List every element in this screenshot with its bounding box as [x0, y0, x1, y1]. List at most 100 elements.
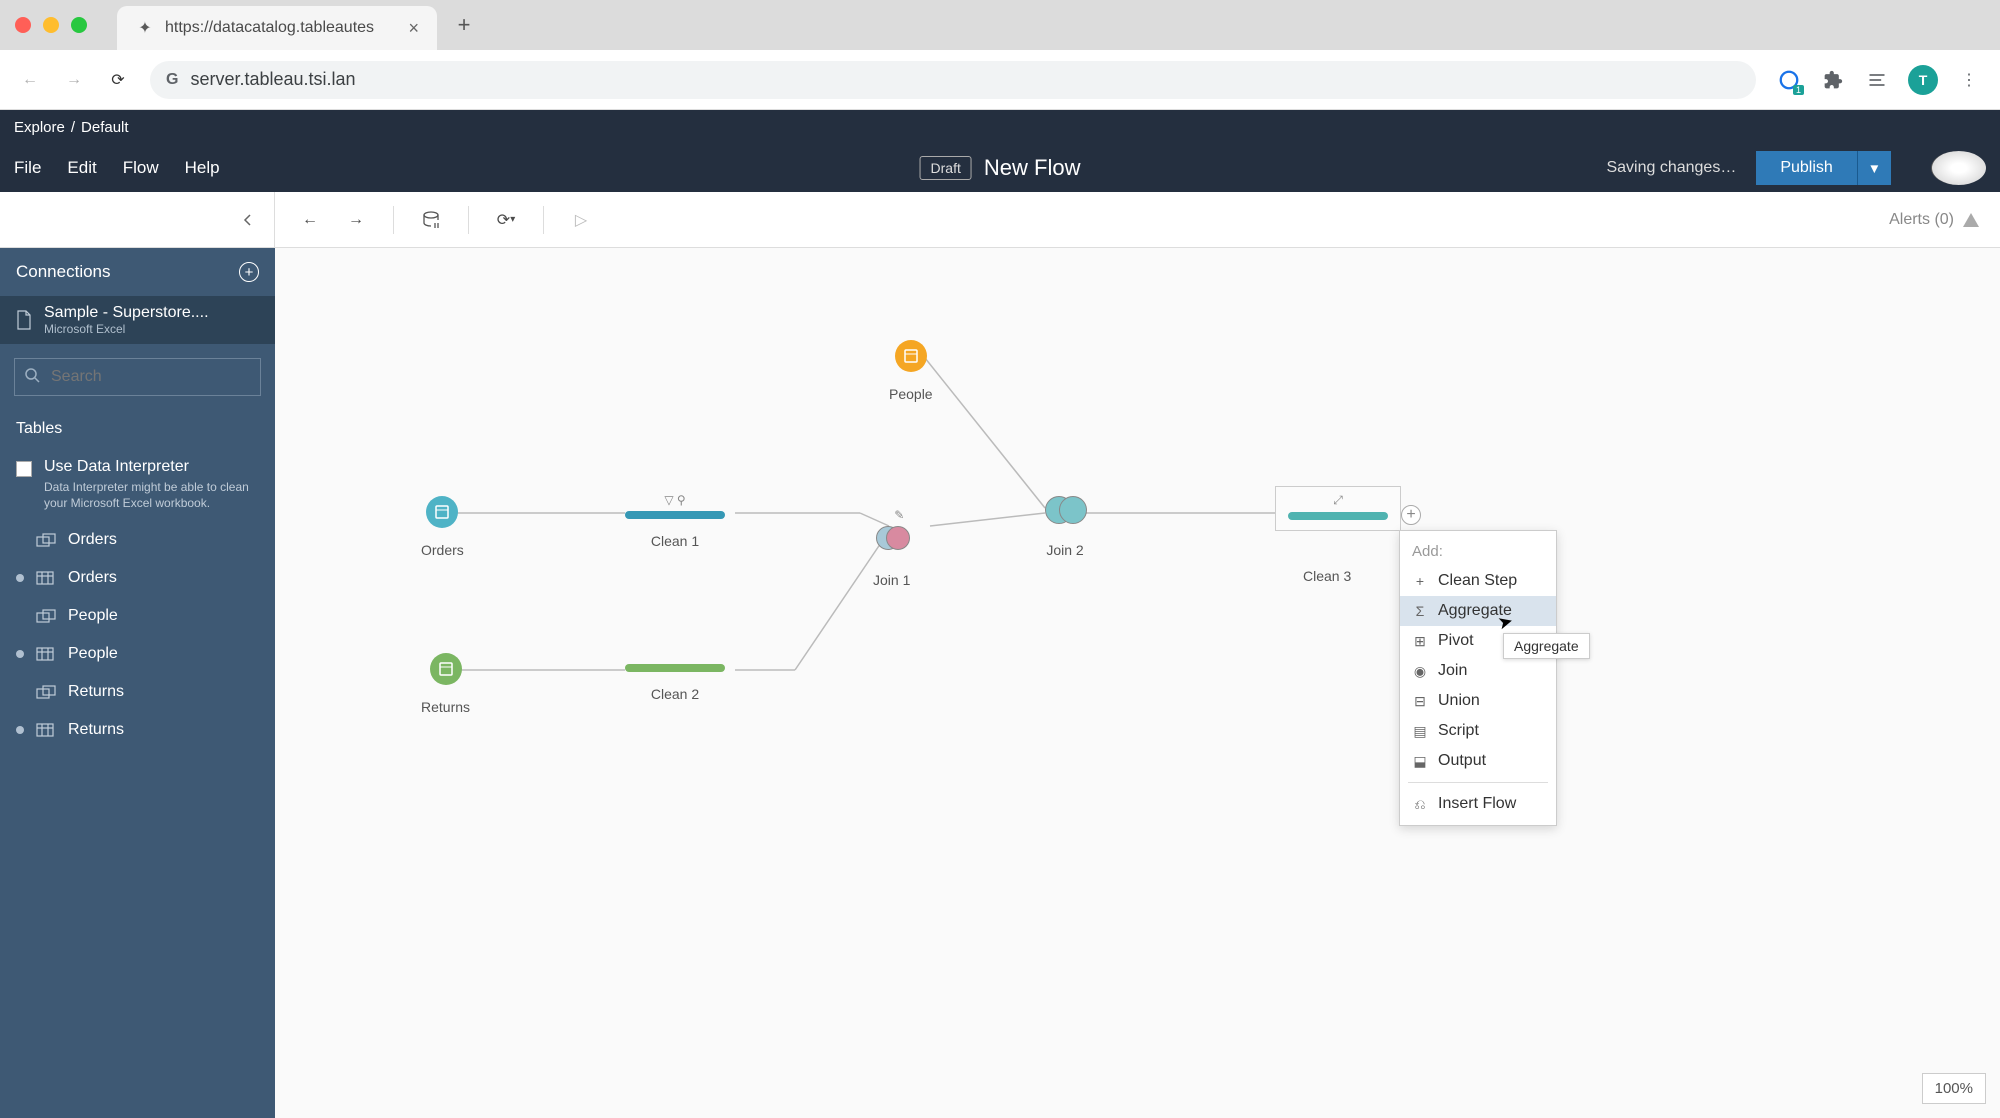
- tab-title: https://datacatalog.tableautes: [165, 19, 398, 37]
- search-input[interactable]: [14, 358, 261, 396]
- file-icon: [16, 310, 32, 330]
- clean3-label: Clean 3: [1303, 568, 1351, 584]
- menu-item-union[interactable]: ⊟ Union: [1400, 686, 1556, 716]
- sidebar-collapse-button[interactable]: [0, 192, 275, 248]
- menu-help[interactable]: Help: [185, 158, 220, 178]
- output-icon: ⬓: [1412, 753, 1428, 770]
- table-icon: [36, 571, 56, 585]
- flow-canvas[interactable]: Orders Returns People ▽ ⚲ Clean 1: [275, 248, 2000, 1118]
- flow-node-returns[interactable]: Returns: [421, 653, 470, 715]
- tab-close-icon[interactable]: ×: [408, 18, 419, 39]
- user-avatar[interactable]: [1931, 151, 1986, 185]
- browser-toolbar: ← → ⟳ G server.tableau.tsi.lan 1 T ⋮: [0, 50, 2000, 110]
- add-step-button[interactable]: +: [1401, 505, 1421, 525]
- extensions-icon[interactable]: [1820, 67, 1846, 93]
- input-step-icon: [895, 340, 927, 372]
- draft-badge: Draft: [920, 156, 972, 180]
- edit-icon: ✎: [873, 508, 910, 522]
- run-flow-button[interactable]: ▷: [566, 205, 596, 235]
- menu-item-output[interactable]: ⬓ Output: [1400, 746, 1556, 776]
- connection-type: Microsoft Excel: [44, 322, 209, 336]
- breadcrumb: Explore / Default: [0, 110, 2000, 144]
- flow-node-clean1[interactable]: ▽ ⚲ Clean 1: [625, 493, 725, 549]
- browser-tab-bar: ✦ https://datacatalog.tableautes × +: [0, 0, 2000, 50]
- sidebar: Connections + Sample - Superstore.... Mi…: [0, 192, 275, 1118]
- data-interpreter-hint: Data Interpreter might be able to clean …: [44, 480, 259, 511]
- data-interpreter-checkbox[interactable]: [16, 461, 32, 477]
- table-item-returns[interactable]: Returns: [0, 711, 275, 749]
- menu-item-script[interactable]: ▤ Script: [1400, 716, 1556, 746]
- browser-chrome: ✦ https://datacatalog.tableautes × + ← →…: [0, 0, 2000, 110]
- linked-table-icon: [36, 609, 56, 623]
- menu-file[interactable]: File: [14, 158, 41, 178]
- flow-node-clean3[interactable]: ⤢: [1275, 486, 1401, 531]
- close-window-icon[interactable]: [15, 17, 31, 33]
- input-step-icon: [430, 653, 462, 685]
- tab-favicon-icon: ✦: [135, 18, 155, 38]
- minimize-window-icon[interactable]: [43, 17, 59, 33]
- tables-header: Tables: [0, 410, 275, 448]
- browser-tab[interactable]: ✦ https://datacatalog.tableautes ×: [117, 6, 437, 50]
- add-step-menu: Add: + Clean Step Σ Aggregate ⊞ Pivot ◉ …: [1399, 530, 1557, 826]
- breadcrumb-project[interactable]: Default: [81, 119, 129, 136]
- app-header: Explore / Default File Edit Flow Help Dr…: [0, 110, 2000, 192]
- address-bar[interactable]: G server.tableau.tsi.lan: [150, 61, 1756, 99]
- maximize-window-icon[interactable]: [71, 17, 87, 33]
- new-tab-button[interactable]: +: [449, 12, 479, 38]
- reload-button[interactable]: ⟳: [106, 68, 130, 92]
- flow-node-join2[interactable]: Join 2: [1045, 496, 1085, 558]
- publish-dropdown[interactable]: ▼: [1857, 151, 1891, 185]
- tooltip: Aggregate: [1503, 633, 1590, 659]
- flow-title[interactable]: New Flow: [984, 155, 1081, 181]
- connection-name: Sample - Superstore....: [44, 304, 209, 322]
- table-item-returns-linked[interactable]: Returns: [0, 673, 275, 711]
- flow-node-join1[interactable]: ✎ Join 1: [873, 508, 910, 588]
- undo-button[interactable]: ←: [295, 205, 325, 235]
- warning-icon: [1962, 211, 1980, 229]
- flow-node-orders[interactable]: Orders: [421, 496, 464, 558]
- flow-title-area: Draft New Flow: [920, 155, 1081, 181]
- window-controls: [15, 17, 87, 33]
- connection-item[interactable]: Sample - Superstore.... Microsoft Excel: [0, 296, 275, 344]
- plus-icon: +: [1412, 573, 1428, 589]
- pivot-icon: ⊞: [1412, 633, 1428, 650]
- add-connection-button[interactable]: +: [239, 262, 259, 282]
- menu-item-clean-step[interactable]: + Clean Step: [1400, 566, 1556, 596]
- table-item-orders[interactable]: Orders: [0, 559, 275, 597]
- zoom-level[interactable]: 100%: [1922, 1073, 1986, 1104]
- data-interpreter-row[interactable]: Use Data Interpreter Data Interpreter mi…: [0, 448, 275, 521]
- breadcrumb-explore[interactable]: Explore: [14, 119, 65, 136]
- alerts-indicator[interactable]: Alerts (0): [1889, 211, 1980, 229]
- menu-edit[interactable]: Edit: [67, 158, 96, 178]
- data-interpreter-label: Use Data Interpreter: [44, 458, 259, 476]
- menu-item-insert-flow[interactable]: ⎌ Insert Flow: [1400, 789, 1556, 819]
- forward-button[interactable]: →: [62, 68, 86, 92]
- site-info-icon[interactable]: G: [166, 71, 178, 89]
- table-icon: [36, 647, 56, 661]
- redo-button[interactable]: →: [341, 205, 371, 235]
- publish-button[interactable]: Publish: [1756, 151, 1856, 185]
- back-button[interactable]: ←: [18, 68, 42, 92]
- flow-node-people[interactable]: People: [889, 340, 933, 402]
- flow-toolbar: ← → ⟳ ▾ ▷ Alerts (0): [275, 192, 2000, 248]
- menu-flow[interactable]: Flow: [123, 158, 159, 178]
- pause-updates-button[interactable]: [416, 205, 446, 235]
- canvas-area: ← → ⟳ ▾ ▷ Alerts (0): [275, 192, 2000, 1118]
- table-item-people[interactable]: People: [0, 635, 275, 673]
- refresh-button[interactable]: ⟳ ▾: [491, 205, 521, 235]
- table-item-orders-linked[interactable]: Orders: [0, 521, 275, 559]
- reading-list-icon[interactable]: [1864, 67, 1890, 93]
- expand-icon: ⤢: [1288, 493, 1388, 508]
- menu-item-aggregate[interactable]: Σ Aggregate: [1400, 596, 1556, 626]
- clean-step-icon: [625, 664, 725, 672]
- table-item-people-linked[interactable]: People: [0, 597, 275, 635]
- join-step-icon: [876, 526, 908, 558]
- url-text: server.tableau.tsi.lan: [190, 69, 355, 90]
- browser-menu-icon[interactable]: ⋮: [1956, 67, 1982, 93]
- profile-avatar[interactable]: T: [1908, 65, 1938, 95]
- extension-icon[interactable]: 1: [1776, 67, 1802, 93]
- used-dot-icon: [16, 574, 24, 582]
- flow-node-clean2[interactable]: Clean 2: [625, 664, 725, 702]
- menu-item-join[interactable]: ◉ Join: [1400, 656, 1556, 686]
- menu-header: Add:: [1400, 537, 1556, 566]
